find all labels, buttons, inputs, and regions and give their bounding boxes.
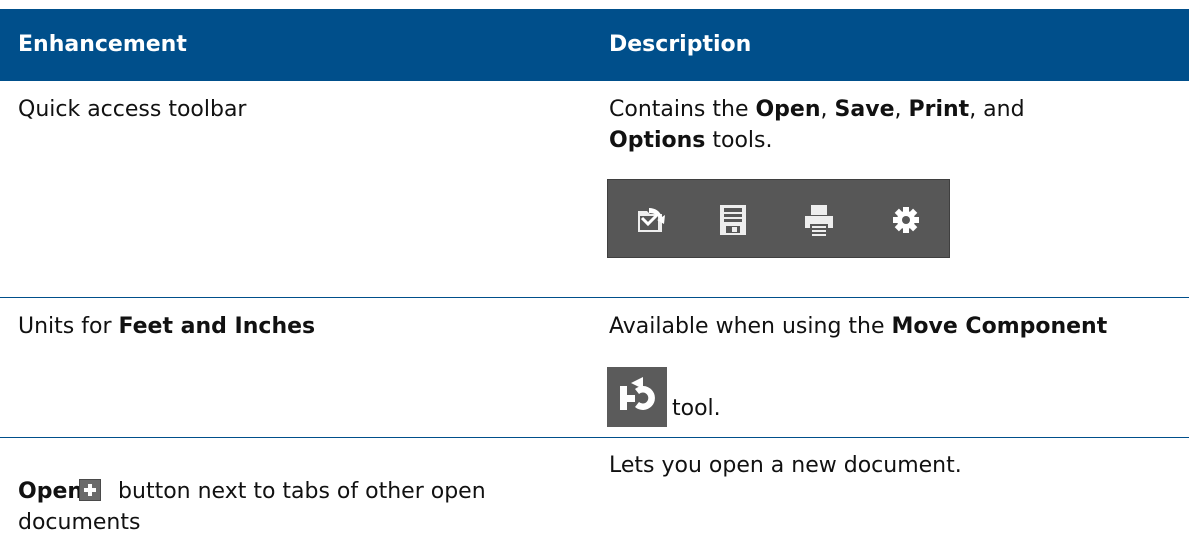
row1-description: Contains the Open, Save, Print, and Optio… xyxy=(609,97,1025,153)
row2-description: Available when using the Move Component xyxy=(609,314,1108,339)
header-description: Description xyxy=(609,32,752,57)
row-divider xyxy=(0,297,1189,298)
table-header: Enhancement Description xyxy=(0,9,1189,81)
save-icon xyxy=(720,205,746,235)
open-icon xyxy=(638,208,665,232)
quick-access-toolbar-image xyxy=(607,179,950,258)
enhancements-table: Enhancement Description Quick access too… xyxy=(0,0,1189,548)
row3-description: Lets you open a new document. xyxy=(609,453,962,478)
options-gear-icon xyxy=(893,207,919,233)
row1-enhancement: Quick access toolbar xyxy=(18,97,247,122)
row-divider xyxy=(0,437,1189,438)
open-plus-icon xyxy=(79,479,101,501)
print-icon xyxy=(805,205,833,236)
row2-enhancement: Units for Feet and Inches xyxy=(18,314,316,339)
move-component-icon xyxy=(607,367,667,427)
row3-enhancement: Open button next to tabs of other open do… xyxy=(18,479,486,535)
row2-description-tool-suffix: tool. xyxy=(672,396,721,421)
header-enhancement: Enhancement xyxy=(18,32,187,57)
